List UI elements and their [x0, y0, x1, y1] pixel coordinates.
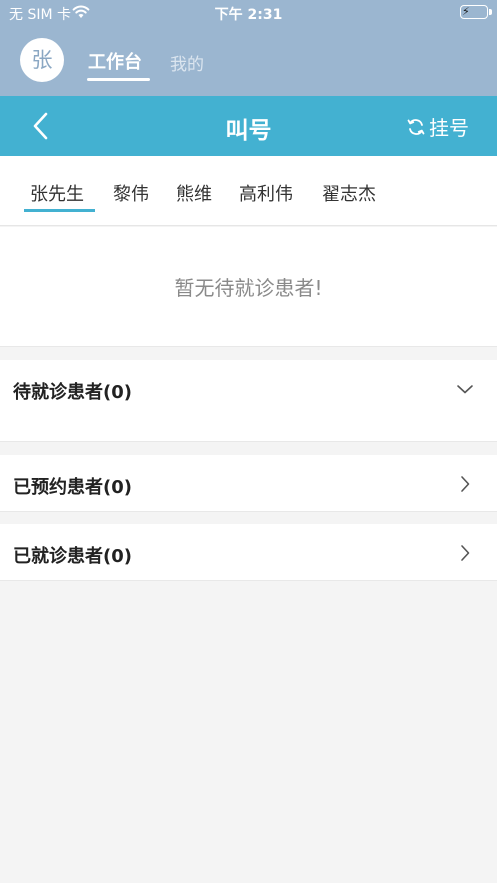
status-bar: 无 SIM 卡 下午 2:31 ⚡: [0, 0, 497, 26]
nav-bar: 叫号 挂号: [0, 96, 497, 156]
app-header: 无 SIM 卡 下午 2:31 ⚡ 张 工作台 我的: [0, 0, 497, 96]
chevron-right-icon: [461, 545, 470, 561]
doctor-tab-3[interactable]: 熊维: [176, 180, 212, 206]
empty-message: 暂无待就诊患者!: [174, 276, 323, 300]
visited-patients-section[interactable]: 已就诊患者(0): [0, 524, 497, 581]
booked-patients-section[interactable]: 已预约患者(0): [0, 455, 497, 512]
clock-label: 下午 2:31: [214, 7, 283, 23]
tab-workbench[interactable]: 工作台: [88, 48, 142, 74]
chevron-down-icon: [457, 385, 473, 394]
doctor-tab-5[interactable]: 翟志杰: [322, 180, 376, 206]
visited-patients-label: 已就诊患者(0): [13, 546, 132, 567]
waiting-patients-section[interactable]: 待就诊患者(0): [0, 360, 497, 442]
booked-patients-label: 已预约患者(0): [13, 477, 132, 498]
refresh-icon: [407, 118, 425, 135]
doctor-tab-indicator: [24, 209, 95, 212]
doctor-tabs: 张先生 黎伟 熊维 高利伟 翟志杰: [0, 156, 497, 226]
register-label: 挂号: [429, 116, 469, 140]
register-button[interactable]: 挂号: [406, 112, 469, 141]
doctor-tab-2[interactable]: 黎伟: [113, 180, 149, 206]
tab-mine[interactable]: 我的: [170, 50, 204, 75]
doctor-tab-1[interactable]: 张先生: [30, 180, 84, 206]
doctor-tab-4[interactable]: 高利伟: [239, 180, 293, 206]
empty-state: 暂无待就诊患者!: [0, 227, 497, 347]
tab-active-indicator: [87, 78, 150, 81]
avatar[interactable]: 张: [20, 38, 64, 82]
battery-icon: ⚡: [460, 5, 492, 19]
chevron-right-icon: [461, 476, 470, 492]
waiting-patients-label: 待就诊患者(0): [13, 382, 132, 403]
